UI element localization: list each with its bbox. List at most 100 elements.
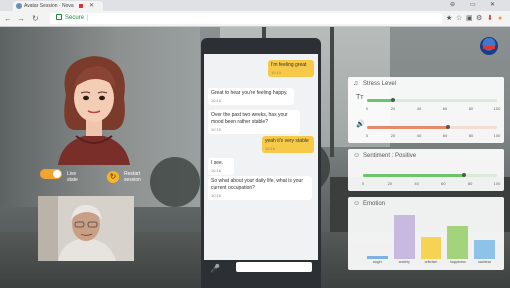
tick-label: 20	[390, 106, 396, 111]
emotion-bar-sadness	[474, 239, 496, 259]
emotion-title: Emotion	[363, 201, 386, 207]
message-time: 10:16	[265, 146, 276, 151]
stress-icon: ♫	[353, 80, 359, 87]
tick-label: 100	[493, 181, 501, 186]
sentiment-icon: ☺	[353, 152, 361, 159]
tick-label: 40	[416, 106, 422, 111]
tick-label: 80	[467, 181, 473, 186]
maximize-icon[interactable]: ▭	[470, 0, 476, 10]
restart-session-button[interactable]: ↻	[107, 171, 119, 183]
message-text: Great to hear you're feeling happy.	[211, 90, 288, 96]
browser-tab[interactable]: Avatar Session · Nova ✕	[13, 1, 103, 11]
secure-label: Secure	[65, 15, 85, 21]
profile-icon[interactable]: ●	[498, 13, 502, 24]
emotion-bar-criticism	[420, 237, 442, 259]
user-webcam-feed	[38, 196, 134, 261]
voice-stress-fill	[367, 126, 448, 129]
favicon-icon	[16, 3, 22, 9]
message-time: 10:15	[211, 98, 222, 103]
tick-label: 20	[390, 133, 396, 138]
download-icon[interactable]: ⬇	[487, 13, 493, 24]
message-text: I'm feeling great	[271, 62, 307, 68]
voice-stress-thumb	[445, 125, 450, 129]
user-message: I'm feeling great 10:15	[268, 60, 314, 77]
chat-panel[interactable]: I'm feeling great 10:15 Great to hear you'…	[204, 54, 318, 260]
emotion-icon: ☺	[353, 200, 361, 207]
live-state-label: Live state	[67, 171, 78, 183]
microphone-icon[interactable]: 🎤	[210, 264, 220, 274]
address-bar-row: ← → ↻ Secure | ★ ☆ ▣ ⚙ ⬇ ●	[0, 11, 510, 27]
user-message: yeah it's very stable 10:16	[262, 136, 314, 153]
text-stress-fill	[367, 99, 393, 102]
sentiment-title: Sentiment : Positive	[363, 153, 417, 159]
bot-message: Great to hear you're feeling happy. 10:15	[208, 88, 294, 105]
sentiment-ticks: 0 20 40 60 80 100	[361, 181, 500, 186]
minimize-icon[interactable]: ⊖	[450, 0, 455, 10]
restart-icon: ↻	[109, 172, 117, 181]
window-frame	[330, 27, 334, 157]
message-time: 10:16	[211, 168, 222, 173]
tick-label: 0	[365, 133, 369, 138]
voice-stress-ticks: 0 20 40 60 80 100	[365, 133, 500, 138]
emotion-label-criticism: criticism	[424, 260, 438, 264]
back-icon[interactable]: ←	[4, 13, 12, 24]
reload-icon[interactable]: ↻	[32, 13, 39, 24]
emotion-panel: ☺ Emotion anger anxiety criticism happiness…	[348, 197, 504, 270]
voice-stress-track	[367, 125, 497, 129]
emotion-bar-anger	[366, 256, 388, 259]
forward-icon[interactable]: →	[17, 13, 25, 24]
bot-message: So what about your daily life, what is y…	[208, 176, 312, 200]
tick-label: 0	[361, 181, 365, 186]
emotion-label-sadness: sadness	[478, 260, 492, 264]
brand-logo-icon	[480, 37, 498, 55]
emotion-bar-anxiety	[393, 215, 415, 259]
extension-star-icon[interactable]: ☆	[456, 13, 462, 24]
text-stress-track	[367, 98, 497, 102]
recording-icon	[79, 4, 83, 8]
lock-icon	[56, 14, 62, 21]
stress-title: Stress Level	[363, 81, 397, 87]
emotion-label-anxiety: anxiety	[398, 260, 410, 264]
tick-label: 100	[493, 133, 501, 138]
text-stress-thumb	[391, 98, 395, 102]
message-time: 10:15	[211, 127, 222, 132]
message-text: Over the past two weeks, has your mood b…	[211, 112, 288, 125]
tick-label: 80	[468, 133, 474, 138]
text-stress-icon: Tт	[356, 94, 364, 101]
bookmark-star-icon[interactable]: ★	[446, 13, 452, 24]
sentiment-panel: ☺ Sentiment : Positive 0 20 40 60 80 100	[348, 149, 504, 191]
tick-label: 60	[442, 106, 448, 111]
tick-label: 60	[442, 133, 448, 138]
bot-message: Over the past two weeks, has your mood b…	[208, 110, 300, 134]
emotion-label-happiness: happiness	[449, 260, 466, 264]
window-close-icon[interactable]: ✕	[490, 0, 495, 10]
emotion-label-anger: anger	[372, 260, 382, 264]
message-text: I see.	[211, 160, 224, 166]
virtual-agent-avatar	[58, 56, 130, 165]
url-input[interactable]: Secure |	[50, 13, 442, 24]
url-separator: |	[87, 15, 89, 21]
settings-icon[interactable]: ⚙	[476, 13, 482, 24]
bot-message: I see. 10:16	[208, 158, 234, 175]
browser-tab-bar: Avatar Session · Nova ✕ ⊖ ▭ ✕	[0, 0, 510, 11]
tick-label: 60	[441, 181, 446, 186]
sentiment-thumb	[461, 173, 466, 177]
tab-close-icon[interactable]: ✕	[89, 1, 94, 11]
emotion-chart-labels: anger anxiety criticism happiness sadness	[364, 260, 498, 266]
stress-level-panel: ♫ Stress Level Tт 0 20 40 60 80 100 🔊 0 20 40 60…	[348, 77, 504, 143]
tab-title: Avatar Session · Nova	[24, 3, 74, 9]
live-state-toggle[interactable]	[40, 169, 62, 179]
cast-icon[interactable]: ▣	[466, 13, 473, 24]
chat-message-input[interactable]	[236, 262, 312, 272]
tick-label: 100	[493, 106, 501, 111]
voice-stress-icon: 🔊	[356, 121, 365, 128]
tick-label: 40	[414, 181, 419, 186]
message-text: yeah it's very stable	[265, 138, 309, 144]
sentiment-track	[363, 173, 497, 177]
tick-label: 20	[387, 181, 393, 186]
message-text: So what about your daily life, what is y…	[211, 178, 303, 191]
tick-label: 0	[365, 106, 369, 111]
background-plant	[150, 157, 200, 207]
restart-session-label: Restart session	[124, 171, 141, 183]
message-time: 10:16	[211, 193, 222, 198]
